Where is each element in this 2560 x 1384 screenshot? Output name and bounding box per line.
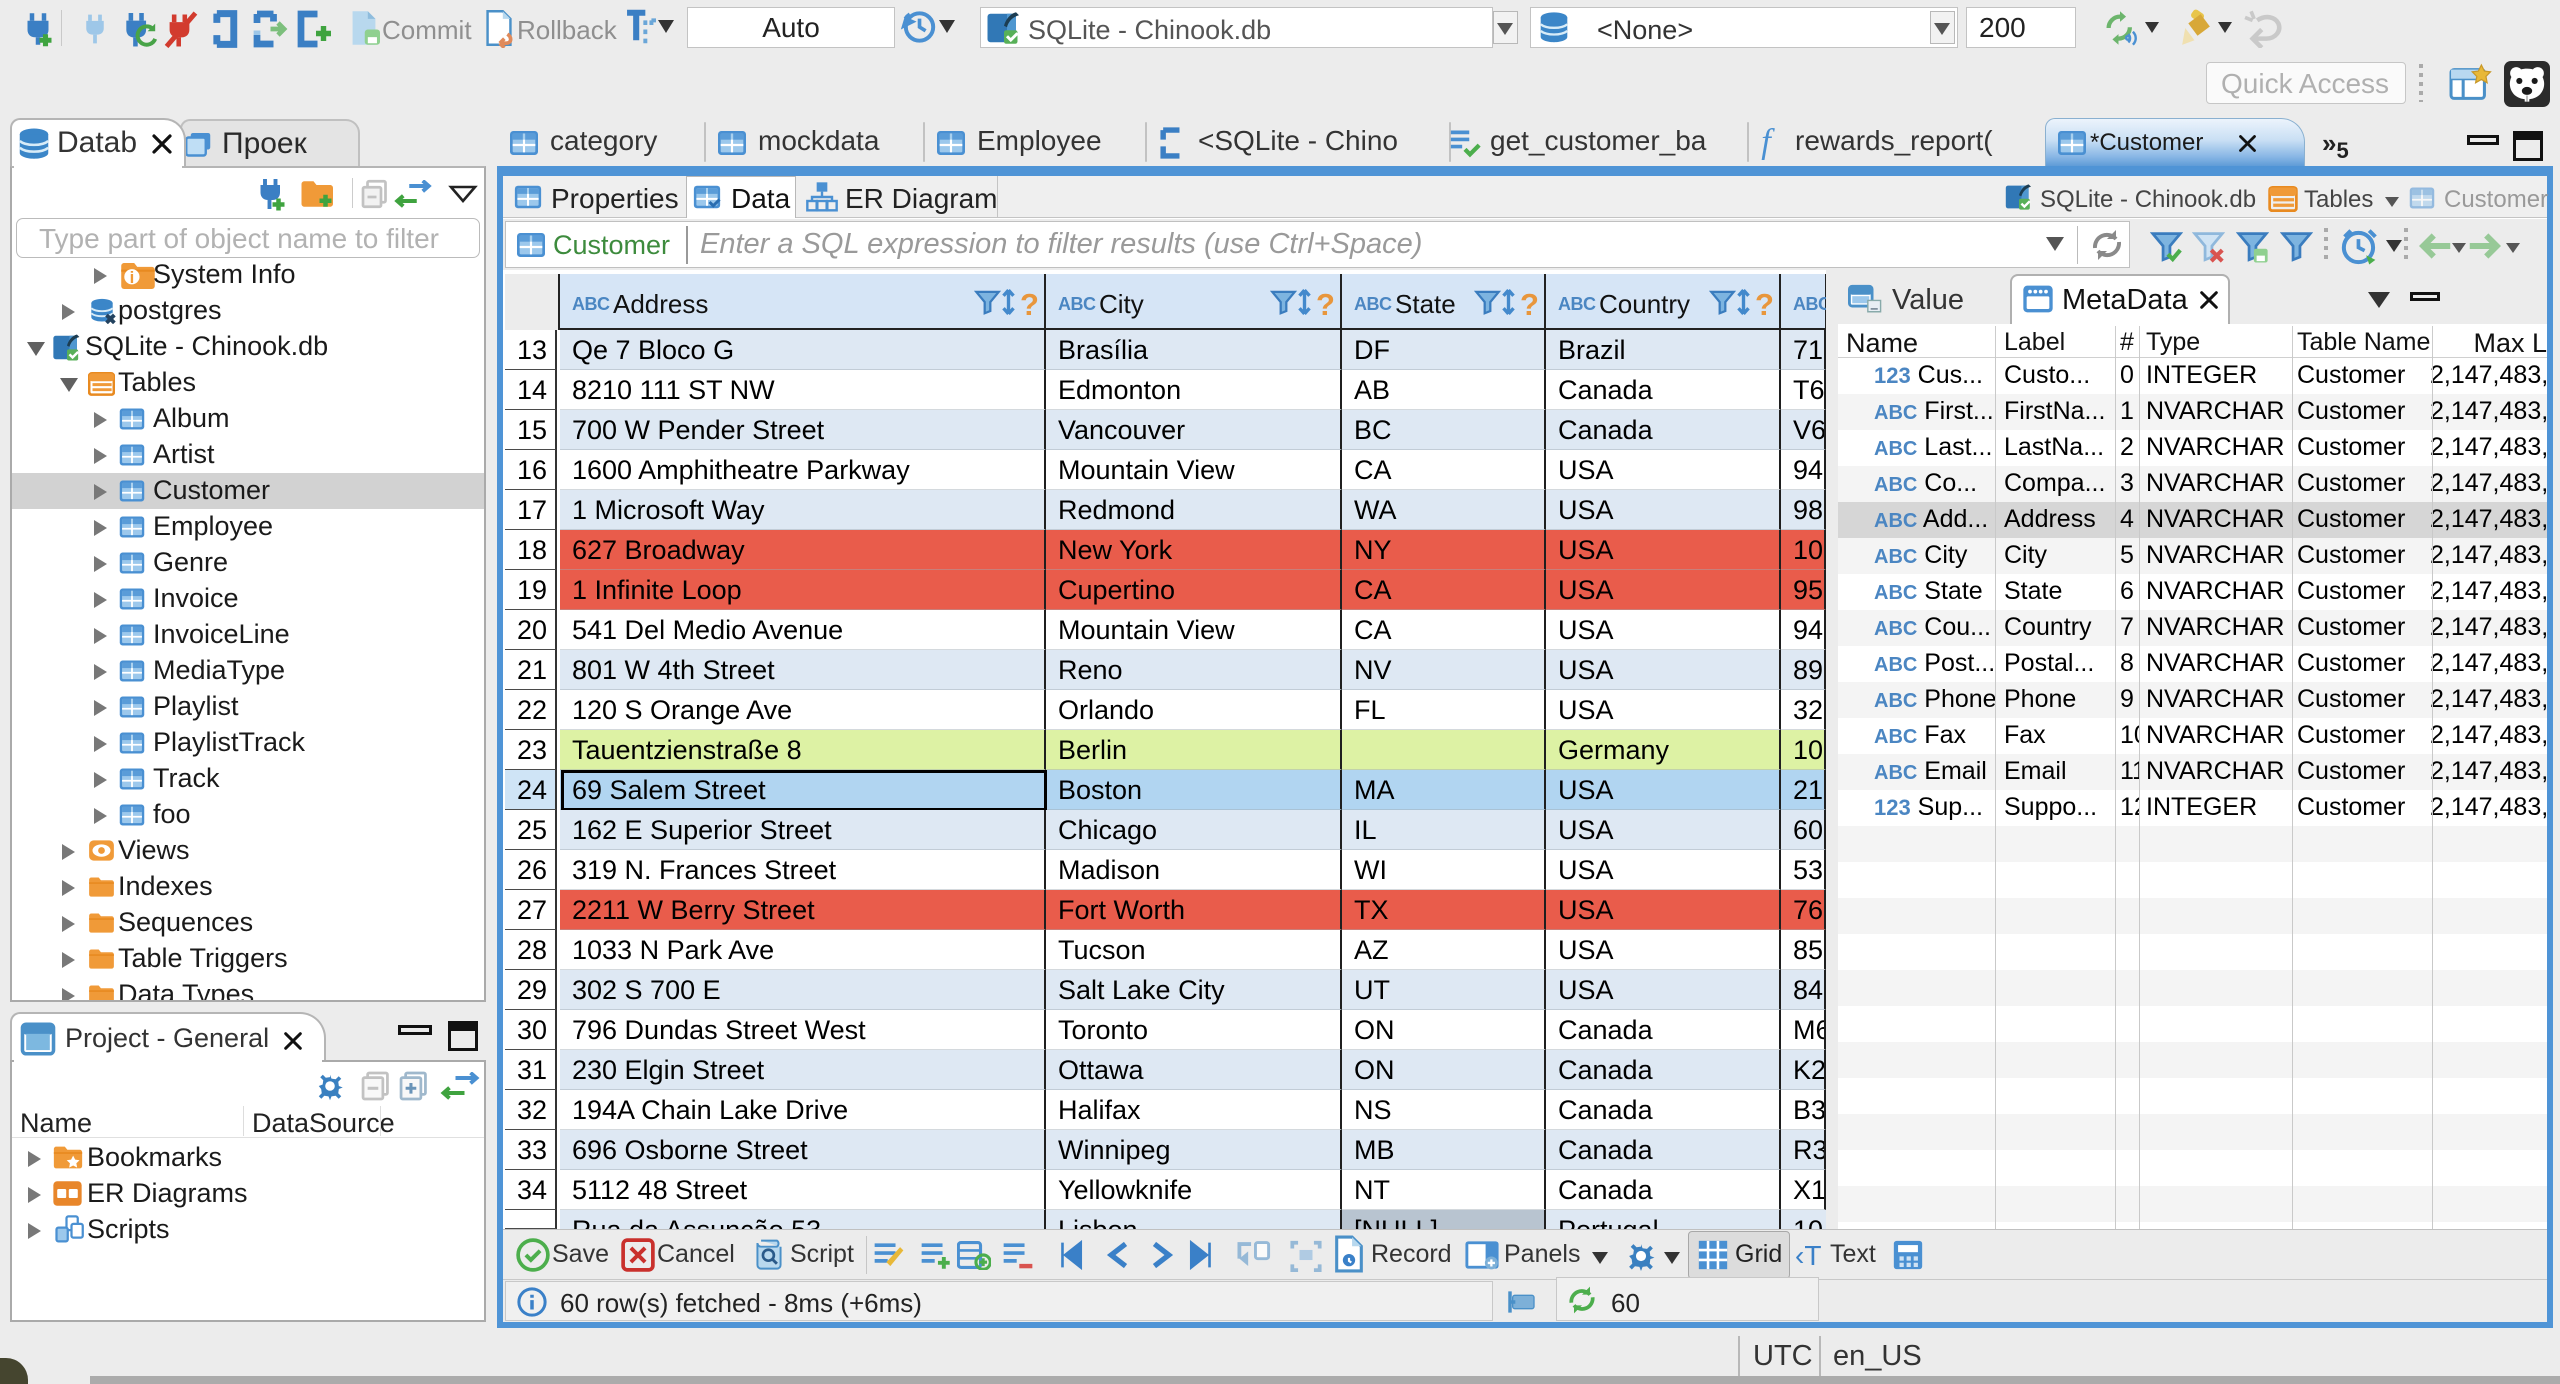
svg-text:i: i <box>130 268 135 287</box>
svg-text:f: f <box>1761 124 1775 160</box>
